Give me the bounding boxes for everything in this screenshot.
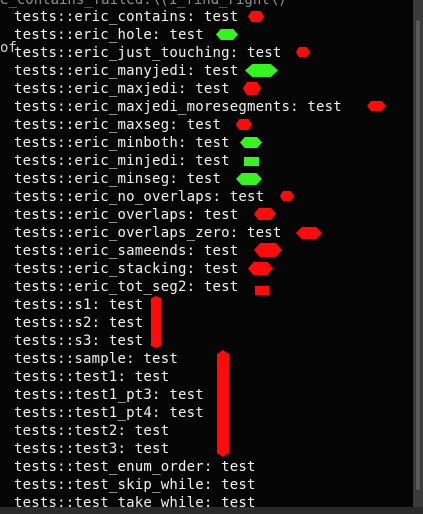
test-line: tests::eric_overlaps: test — [14, 207, 239, 223]
test-line: tests::eric_contains: test — [14, 9, 239, 25]
test-line: tests::eric_minjedi: test — [14, 153, 230, 169]
test-line: tests::eric_overlaps_zero: test — [14, 225, 282, 241]
red-vertical-bar-marker — [151, 296, 161, 348]
test-line: tests::test1: test — [14, 369, 170, 385]
test-line: tests::test1_pt4: test — [14, 405, 204, 421]
green-hexagon-marker — [236, 173, 262, 185]
test-line: tests::s3: test — [14, 333, 144, 349]
test-line: tests::test1_pt3: test — [14, 387, 204, 403]
green-hexagon-marker — [245, 64, 278, 77]
red-vertical-bar-marker — [217, 350, 229, 457]
red-hexagon-marker — [248, 262, 273, 275]
terminal-bottom-edge — [0, 507, 423, 514]
test-line: tests::test_enum_order: test — [14, 459, 256, 475]
test-line: tests::eric_minseg: test — [14, 171, 222, 187]
test-line: tests::eric_manyjedi: test — [14, 63, 239, 79]
red-hexagon-marker — [280, 191, 294, 201]
test-line: tests::eric_tot_seg2: test — [14, 279, 239, 295]
green-hexagon-marker — [240, 137, 262, 148]
red-square-marker — [255, 286, 269, 295]
test-line: tests::test3: test — [14, 441, 170, 457]
test-line: tests::eric_stacking: test — [14, 261, 239, 277]
test-line: tests::s1: test — [14, 297, 144, 313]
test-line: tests::eric_sameends: test — [14, 243, 239, 259]
green-hexagon-marker — [216, 29, 238, 40]
test-line: tests::eric_maxjedi: test — [14, 81, 230, 97]
test-line: tests::eric_minboth: test — [14, 135, 230, 151]
test-line: tests::s2: test — [14, 315, 144, 331]
red-hexagon-marker — [254, 243, 282, 257]
terminal-window[interactable]: e_contains_failed:\(1_find_right\) of te… — [0, 0, 423, 514]
red-hexagon-marker — [243, 82, 261, 95]
red-hexagon-marker — [248, 11, 264, 22]
red-hexagon-marker — [236, 119, 252, 130]
terminal-scrollbar-thumb[interactable] — [416, 20, 420, 490]
red-hexagon-marker — [296, 47, 310, 57]
red-hexagon-marker — [254, 208, 276, 220]
test-line: tests::eric_maxseg: test — [14, 117, 222, 133]
green-square-marker — [244, 157, 259, 166]
test-line: tests::test2: test — [14, 423, 170, 439]
terminal-top-fragment: e_contains_failed:\(1_find_right\) — [0, 0, 287, 8]
test-line: tests::eric_hole: test — [14, 27, 204, 43]
red-hexagon-marker — [296, 227, 322, 239]
test-line: tests::eric_no_overlaps: test — [14, 189, 265, 205]
test-line: tests::eric_maxjedi_moresegments: test — [14, 99, 342, 115]
test-line: tests::eric_just_touching: test — [14, 45, 282, 61]
test-line: tests::sample: test — [14, 351, 178, 367]
red-hexagon-marker — [367, 101, 386, 111]
test-line: tests::test_skip_while: test — [14, 477, 256, 493]
